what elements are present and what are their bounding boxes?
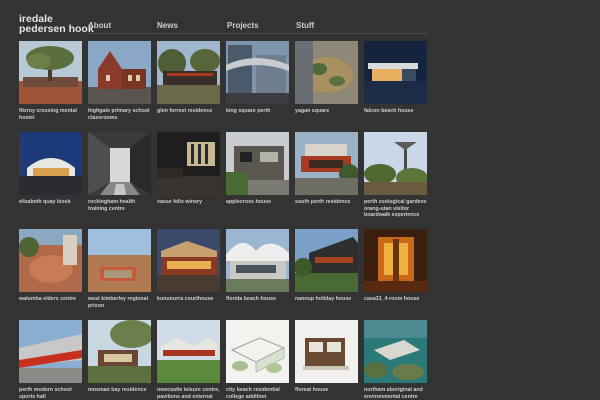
project-tile[interactable]: newcastle leisure centre, pavilions and … [157,320,220,400]
project-caption: yagan square [295,108,330,114]
nav-news[interactable]: News [157,21,178,30]
project-caption: elizabeth quay kiosk [19,199,71,205]
project-thumbnail [364,320,427,383]
project-caption: casa31_4 room house [364,296,420,302]
project-caption: vasse felix winery [157,199,203,205]
project-tile[interactable]: highgate primary school classrooms [88,41,151,121]
project-tile[interactable]: king square perth [226,41,289,115]
project-thumbnail [226,41,289,104]
project-caption: falcon beach house [364,108,414,114]
project-caption: highgate primary school classrooms [88,108,150,121]
project-caption: city beach residential college addition [226,387,280,400]
nav-projects[interactable]: Projects [227,21,259,30]
project-tile[interactable]: south perth residence [295,132,358,206]
project-tile[interactable]: florida beach house [226,229,289,303]
project-tile[interactable]: west kimberley regional prison [88,229,151,309]
project-tile[interactable]: nannup holiday house [295,229,358,303]
project-thumbnail [364,229,427,292]
project-tile[interactable]: rockingham health training centre [88,132,151,212]
project-tile[interactable]: mosman bay residence [88,320,151,394]
project-caption: perth zoological gardens orang-utan visi… [364,199,427,218]
project-thumbnail [19,41,82,104]
project-caption: fitzroy crossing mental hostel [19,108,77,121]
project-thumbnail [295,132,358,195]
project-caption: rockingham health training centre [88,199,136,212]
project-thumbnail [157,320,220,383]
project-caption: king square perth [226,108,271,114]
project-tile[interactable]: city beach residential college addition [226,320,289,400]
nav-stuff[interactable]: Stuff [296,21,314,30]
project-caption: northam aboriginal and environmental cen… [364,387,423,400]
project-thumbnail [295,320,358,383]
project-tile[interactable]: floreat house [295,320,358,394]
project-tile[interactable]: falcon beach house [364,41,427,115]
project-tile[interactable]: glen forrest residence [157,41,220,115]
project-thumbnail [19,132,82,195]
project-thumbnail [157,132,220,195]
project-thumbnail [295,41,358,104]
nav-divider [88,33,428,34]
project-tile[interactable]: casa31_4 room house [364,229,427,303]
project-tile[interactable]: applecross house [226,132,289,206]
project-caption: floreat house [295,387,329,393]
project-thumbnail [88,132,151,195]
project-caption: perth modern school sports hall [19,387,72,400]
project-tile[interactable]: perth zoological gardens orang-utan visi… [364,132,427,219]
project-thumbnail [88,41,151,104]
project-thumbnail [295,229,358,292]
project-thumbnail [364,132,427,195]
project-caption: nannup holiday house [295,296,352,302]
project-thumbnail [226,320,289,383]
project-caption: florida beach house [226,296,277,302]
project-caption: glen forrest residence [157,108,213,114]
project-tile[interactable]: kununurra courthouse [157,229,220,303]
project-thumbnail [88,229,151,292]
project-tile[interactable]: elizabeth quay kiosk [19,132,82,206]
project-caption: west kimberley regional prison [88,296,149,309]
project-caption: south perth residence [295,199,351,205]
project-tile[interactable]: northam aboriginal and environmental cen… [364,320,427,400]
project-thumbnail [226,132,289,195]
project-tile[interactable]: walumba elders centre [19,229,82,303]
nav-about[interactable]: About [88,21,111,30]
project-tile[interactable]: yagan square [295,41,358,115]
project-caption: mosman bay residence [88,387,147,393]
project-caption: newcastle leisure centre, pavilions and … [157,387,220,400]
project-thumbnail [19,229,82,292]
project-thumbnail [88,320,151,383]
project-tile[interactable]: vasse felix winery [157,132,220,206]
site-logo[interactable]: iredale pedersen hook [19,14,94,35]
project-thumbnail [19,320,82,383]
project-thumbnail [157,229,220,292]
project-thumbnail [364,41,427,104]
project-caption: walumba elders centre [19,296,77,302]
project-thumbnail [226,229,289,292]
main-nav: About News Projects Stuff [88,21,428,33]
project-caption: applecross house [226,199,272,205]
logo-line-2: pedersen hook [19,23,94,35]
project-thumbnail [157,41,220,104]
project-tile[interactable]: perth modern school sports hall [19,320,82,400]
project-tile[interactable]: fitzroy crossing mental hostel [19,41,82,121]
project-caption: kununurra courthouse [157,296,214,302]
